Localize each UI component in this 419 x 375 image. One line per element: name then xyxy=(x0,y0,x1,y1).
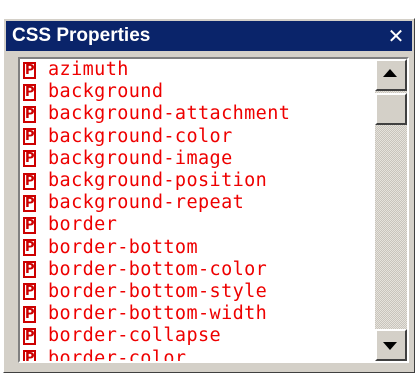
list-item[interactable]: P background-color xyxy=(20,126,375,148)
property-icon: P xyxy=(23,172,36,190)
list-item[interactable]: P border-color xyxy=(20,347,375,361)
list-item[interactable]: P background-repeat xyxy=(20,192,375,214)
list-item-label: background xyxy=(48,81,164,103)
list-item-label: border xyxy=(48,214,118,236)
list-item[interactable]: P background-position xyxy=(20,170,375,192)
property-icon: P xyxy=(23,239,36,257)
property-icon: P xyxy=(23,216,36,234)
property-icon: P xyxy=(23,283,36,301)
property-icon: P xyxy=(23,327,36,345)
property-icon: P xyxy=(23,305,36,323)
window-title: CSS Properties xyxy=(12,25,151,46)
arrow-down-icon xyxy=(383,342,397,350)
property-icon: P xyxy=(23,105,36,123)
list-item[interactable]: P border-bottom-style xyxy=(20,281,375,303)
list-item-label: border-bottom xyxy=(48,236,198,258)
list-item[interactable]: P background-attachment xyxy=(20,103,375,125)
list-item[interactable]: P azimuth xyxy=(20,59,375,81)
property-icon: P xyxy=(23,61,36,79)
list-item-label: border-bottom-style xyxy=(48,280,268,302)
title-bar[interactable]: CSS Properties ✕ xyxy=(6,21,412,51)
property-icon: P xyxy=(23,150,36,168)
scrollbar-thumb[interactable] xyxy=(375,93,407,125)
property-icon: P xyxy=(23,128,36,146)
list-item-label: border-collapse xyxy=(48,325,222,347)
property-icon: P xyxy=(23,350,36,361)
list-item-label: border-bottom-width xyxy=(48,303,268,325)
list-item-label: border-bottom-color xyxy=(48,258,268,280)
property-icon: P xyxy=(23,261,36,279)
list-item-label: background-color xyxy=(48,125,233,147)
list-item-label: background-repeat xyxy=(48,192,245,214)
property-icon: P xyxy=(23,194,36,212)
list-item[interactable]: P border xyxy=(20,214,375,236)
list-item-label: background-attachment xyxy=(48,103,291,125)
close-icon[interactable]: ✕ xyxy=(384,21,408,51)
list-item[interactable]: P background-image xyxy=(20,148,375,170)
list-item-label: azimuth xyxy=(48,59,129,81)
css-properties-window: CSS Properties ✕ P azimuth P background … xyxy=(3,18,415,373)
properties-list[interactable]: P azimuth P background P background-atta… xyxy=(20,59,375,361)
list-item[interactable]: P border-bottom-width xyxy=(20,303,375,325)
vertical-scrollbar[interactable] xyxy=(375,59,407,361)
arrow-up-icon xyxy=(383,69,397,77)
properties-list-frame: P azimuth P background P background-atta… xyxy=(18,57,409,363)
scroll-up-button[interactable] xyxy=(375,59,407,91)
list-item-label: background-image xyxy=(48,147,233,169)
list-item-label: background-position xyxy=(48,170,268,192)
list-item-label: border-color xyxy=(48,347,187,361)
list-item[interactable]: P background xyxy=(20,81,375,103)
list-item[interactable]: P border-bottom xyxy=(20,237,375,259)
scroll-down-button[interactable] xyxy=(375,329,407,361)
list-item[interactable]: P border-collapse xyxy=(20,325,375,347)
list-item[interactable]: P border-bottom-color xyxy=(20,259,375,281)
property-icon: P xyxy=(23,83,36,101)
